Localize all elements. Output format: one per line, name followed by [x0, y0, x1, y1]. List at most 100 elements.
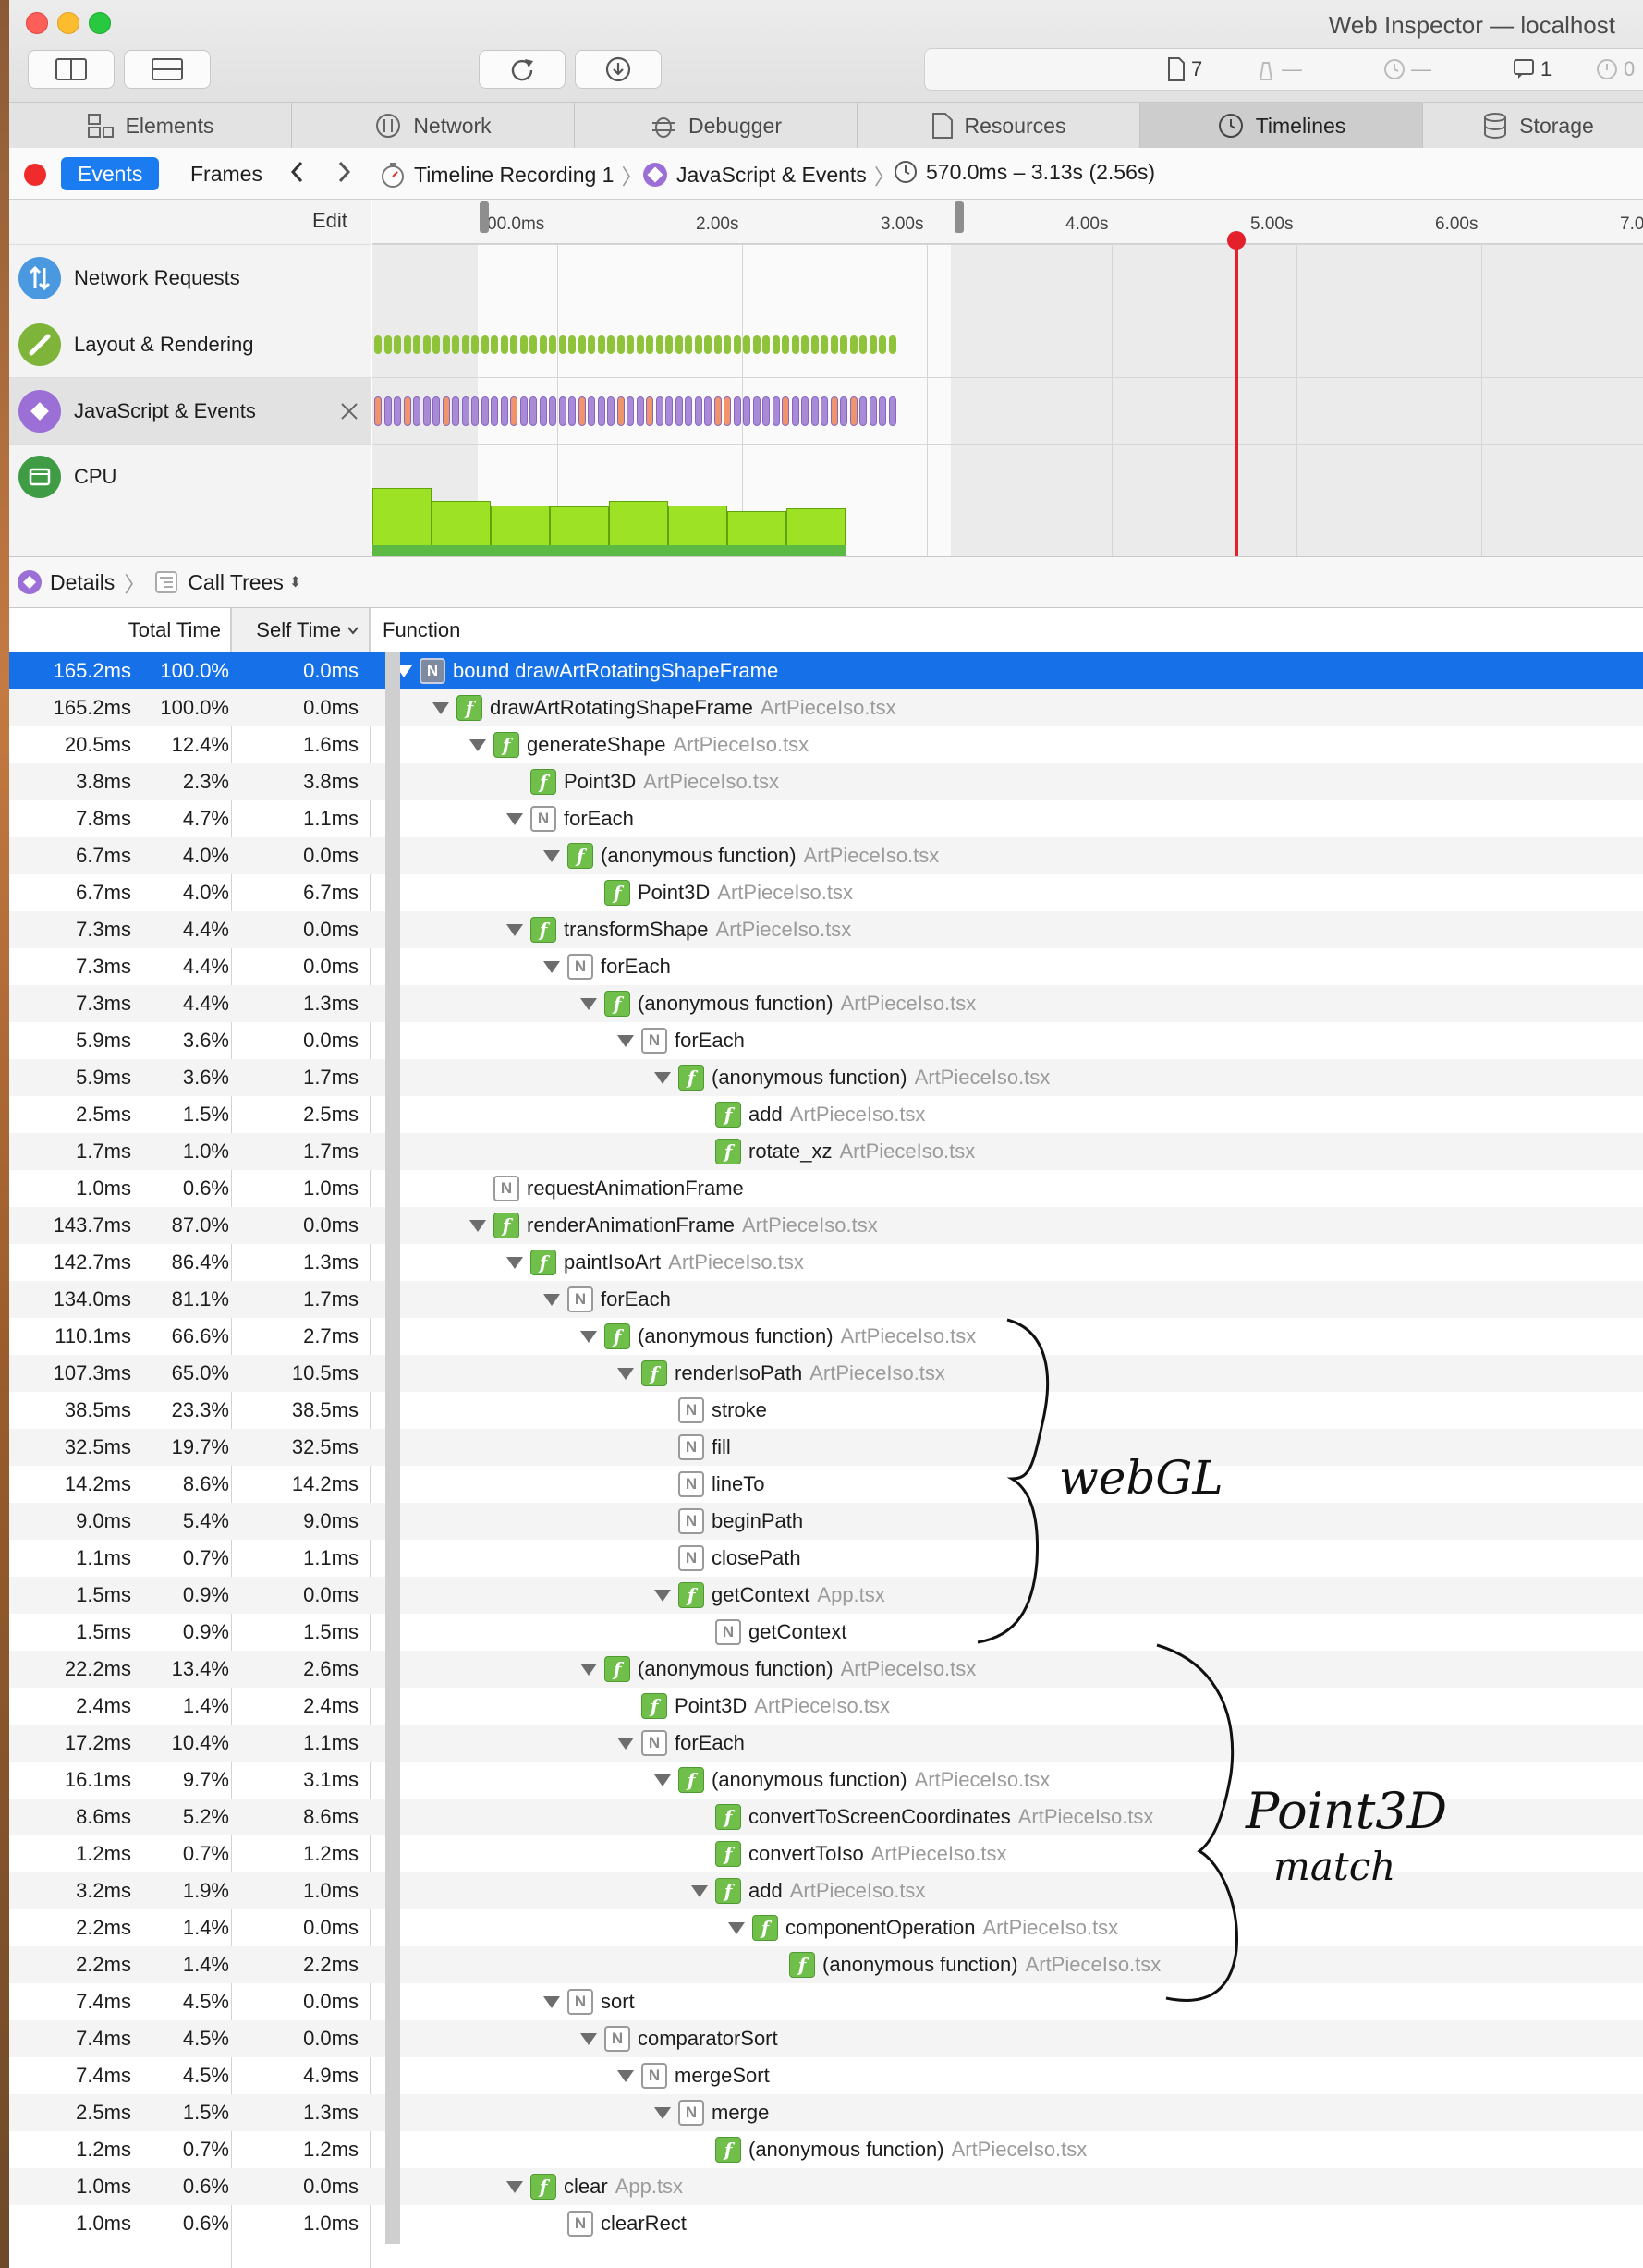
lane-network-requests[interactable]: Network Requests	[9, 244, 371, 311]
table-row[interactable]: 17.2ms 10.4% 1.1ms NforEach	[9, 1725, 1643, 1762]
source-file-link[interactable]: ArtPieceIso.tsx	[841, 1324, 977, 1348]
table-row[interactable]: 1.2ms 0.7% 1.2ms f (anonymous function) ArtPi…	[9, 2131, 1643, 2168]
source-file-link[interactable]: ArtPieceIso.tsx	[790, 1879, 926, 1903]
table-row[interactable]: 16.1ms 9.7% 3.1ms f (anonymous function) ArtP…	[9, 1762, 1643, 1799]
forward-button[interactable]	[335, 159, 353, 185]
table-row[interactable]: 2.5ms 1.5% 2.5ms f add ArtPieceIso.tsx	[9, 1096, 1643, 1133]
table-row[interactable]: 142.7ms 86.4% 1.3ms f paintIsoArt ArtPieceIso…	[9, 1244, 1643, 1281]
close-window-button[interactable]	[26, 12, 48, 34]
dashboard-console[interactable]: 1	[1513, 57, 1552, 81]
source-file-link[interactable]: ArtPieceIso.tsx	[742, 1213, 878, 1238]
table-row[interactable]: 38.5ms 23.3% 38.5ms Nstroke	[9, 1392, 1643, 1429]
disclosure-triangle-icon[interactable]	[654, 1589, 671, 1602]
events-toggle[interactable]: Events	[61, 157, 160, 190]
time-ruler[interactable]: 00.0ms 2.00s 3.00s 4.00s 5.00s 6.00s 7.0…	[372, 200, 1643, 244]
source-file-link[interactable]: ArtPieceIso.tsx	[915, 1066, 1051, 1090]
table-row[interactable]: 7.8ms 4.7% 1.1ms NforEach	[9, 800, 1643, 837]
lane-cpu[interactable]: CPU	[9, 444, 371, 556]
source-file-link[interactable]: ArtPieceIso.tsx	[754, 1694, 890, 1718]
source-file-link[interactable]: ArtPieceIso.tsx	[761, 696, 896, 720]
close-icon[interactable]	[340, 402, 359, 421]
dock-bottom-button[interactable]	[124, 50, 211, 89]
dashboard-errors[interactable]: 0	[1596, 57, 1635, 81]
disclosure-triangle-icon[interactable]	[691, 1884, 708, 1897]
disclosure-triangle-icon[interactable]	[543, 960, 560, 973]
disclosure-triangle-icon[interactable]	[506, 1256, 523, 1269]
timeline-graph-area[interactable]: 00.0ms 2.00s 3.00s 4.00s 5.00s 6.00s 7.0…	[372, 200, 1643, 556]
playhead-marker[interactable]	[1227, 231, 1246, 250]
source-file-link[interactable]: ArtPieceIso.tsx	[841, 992, 977, 1016]
disclosure-triangle-icon[interactable]	[506, 923, 523, 936]
lane-javascript-events[interactable]: JavaScript & Events	[9, 377, 371, 444]
breadcrumb-range[interactable]: 570.0ms – 3.13s (2.56s)	[893, 159, 1155, 185]
tab-debugger[interactable]: Debugger	[575, 103, 858, 149]
tab-resources[interactable]: Resources	[858, 103, 1140, 149]
updown-chevron-icon[interactable]: ⬍	[289, 573, 301, 591]
disclosure-triangle-icon[interactable]	[654, 2106, 671, 2119]
disclosure-triangle-icon[interactable]	[728, 1921, 745, 1934]
table-row[interactable]: 8.6ms 5.2% 8.6ms f convertToScreenCoordinate…	[9, 1799, 1643, 1835]
disclosure-triangle-icon[interactable]	[580, 2032, 597, 2045]
selection-start-handle[interactable]	[480, 201, 489, 233]
disclosure-triangle-icon[interactable]	[617, 1034, 634, 1047]
edit-timelines-button[interactable]: Edit	[312, 209, 347, 233]
table-row[interactable]: 22.2ms 13.4% 2.6ms f (anonymous function) Art…	[9, 1651, 1643, 1688]
table-row[interactable]: 2.4ms 1.4% 2.4ms f Point3D ArtPieceIso.tsx	[9, 1688, 1643, 1725]
disclosure-triangle-icon[interactable]	[543, 849, 560, 862]
table-row[interactable]: 165.2ms 100.0% 0.0ms f drawArtRotatingShapeF…	[9, 689, 1643, 726]
tab-elements[interactable]: Elements	[9, 103, 292, 149]
table-row[interactable]: 1.0ms 0.6% 1.0ms NrequestAnimationFrame	[9, 1170, 1643, 1207]
playhead[interactable]	[1235, 233, 1238, 556]
tab-network[interactable]: Network	[292, 103, 575, 149]
table-row[interactable]: 20.5ms 12.4% 1.6ms f generateShape ArtPieceIs…	[9, 726, 1643, 763]
disclosure-triangle-icon[interactable]	[432, 701, 449, 714]
table-row[interactable]: 165.2ms 100.0% 0.0ms Nbound drawArtRotating…	[9, 652, 1643, 689]
source-file-link[interactable]: ArtPieceIso.tsx	[841, 1657, 977, 1681]
source-file-link[interactable]: ArtPieceIso.tsx	[717, 881, 853, 905]
table-row[interactable]: 5.9ms 3.6% 0.0ms NforEach	[9, 1022, 1643, 1059]
disclosure-triangle-icon[interactable]	[506, 2180, 523, 2193]
lane-layout-rendering[interactable]: Layout & Rendering	[9, 311, 371, 377]
table-row[interactable]: 107.3ms 65.0% 10.5ms f renderIsoPath ArtPiece…	[9, 1355, 1643, 1392]
disclosure-triangle-icon[interactable]	[543, 1293, 560, 1306]
source-file-link[interactable]: ArtPieceIso.tsx	[790, 1103, 926, 1127]
table-row[interactable]: 7.4ms 4.5% 4.9ms NmergeSort	[9, 2057, 1643, 2094]
source-file-link[interactable]: ArtPieceIso.tsx	[804, 844, 940, 868]
dashboard-network[interactable]: —	[1256, 57, 1302, 81]
zoom-window-button[interactable]	[89, 12, 111, 34]
table-row[interactable]: 7.4ms 4.5% 0.0ms Nsort	[9, 1983, 1643, 2020]
table-row[interactable]: 1.7ms 1.0% 1.7ms f rotate_xz ArtPieceIso.tsx	[9, 1133, 1643, 1170]
table-row[interactable]: 1.0ms 0.6% 0.0ms f clear App.tsx	[9, 2168, 1643, 2205]
table-row[interactable]: 7.4ms 4.5% 0.0ms NcomparatorSort	[9, 2020, 1643, 2057]
source-file-link[interactable]: ArtPieceIso.tsx	[915, 1768, 1051, 1792]
table-row[interactable]: 3.8ms 2.3% 3.8ms f Point3D ArtPieceIso.tsx	[9, 763, 1643, 800]
dashboard-resources[interactable]: 7	[1167, 57, 1202, 81]
table-row[interactable]: 143.7ms 87.0% 0.0ms f renderAnimationFrame Ar…	[9, 1207, 1643, 1244]
source-file-link[interactable]: ArtPieceIso.tsx	[643, 770, 779, 794]
download-archive-button[interactable]	[575, 50, 662, 89]
source-file-link[interactable]: ArtPieceIso.tsx	[1026, 1953, 1162, 1977]
disclosure-triangle-icon[interactable]	[654, 1071, 671, 1084]
table-row[interactable]: 134.0ms 81.1% 1.7ms NforEach	[9, 1281, 1643, 1318]
disclosure-triangle-icon[interactable]	[506, 812, 523, 825]
tab-timelines[interactable]: Timelines	[1140, 103, 1423, 149]
table-row[interactable]: 32.5ms 19.7% 32.5ms Nfill	[9, 1429, 1643, 1466]
dock-side-button[interactable]	[28, 50, 115, 89]
table-row[interactable]: 2.2ms 1.4% 2.2ms f (anonymous function) ArtPi…	[9, 1946, 1643, 1983]
source-file-link[interactable]: ArtPieceIso.tsx	[840, 1140, 976, 1164]
disclosure-triangle-icon[interactable]	[580, 997, 597, 1010]
call-trees-selector[interactable]: Call Trees	[188, 570, 284, 595]
source-file-link[interactable]: ArtPieceIso.tsx	[668, 1250, 804, 1274]
minimize-window-button[interactable]	[57, 12, 79, 34]
record-button[interactable]	[24, 164, 46, 186]
source-file-link[interactable]: ArtPieceIso.tsx	[871, 1842, 1007, 1866]
frames-toggle[interactable]: Frames	[174, 157, 279, 190]
tab-storage[interactable]: Storage	[1423, 103, 1643, 149]
table-row[interactable]: 6.7ms 4.0% 6.7ms f Point3D ArtPieceIso.tsx	[9, 874, 1643, 911]
dashboard[interactable]: 7 — — 1 0	[924, 48, 1643, 91]
disclosure-triangle-icon[interactable]	[469, 738, 486, 751]
disclosure-triangle-icon[interactable]	[617, 1737, 634, 1750]
source-file-link[interactable]: ArtPieceIso.tsx	[809, 1361, 945, 1385]
source-file-link[interactable]: ArtPieceIso.tsx	[1018, 1805, 1154, 1829]
source-file-link[interactable]: ArtPieceIso.tsx	[982, 1916, 1118, 1940]
